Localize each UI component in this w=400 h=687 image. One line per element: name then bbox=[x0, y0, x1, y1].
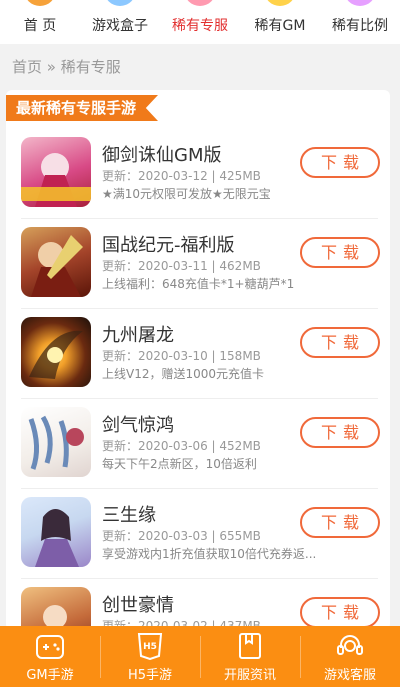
tab-customer-service[interactable]: 游戏客服 bbox=[300, 626, 400, 687]
support-icon bbox=[337, 635, 363, 655]
nav-label: 稀有比例 bbox=[332, 18, 388, 34]
nav-item-game-box[interactable]: 游戏盒子 bbox=[80, 0, 160, 44]
h5-icon: H5 bbox=[137, 633, 163, 660]
tab-server-news[interactable]: 开服资讯 bbox=[200, 626, 300, 687]
bottom-tab-bar: GM手游 H5 H5手游 开服资讯 游戏客服 bbox=[0, 626, 400, 687]
list-item[interactable]: 剑气惊鸿 更新：2020-03-06 | 452MB 每天下午2点新区，10倍返… bbox=[6, 407, 390, 497]
game-name[interactable]: 剑气惊鸿 bbox=[102, 411, 174, 437]
gamepad-icon bbox=[36, 635, 64, 659]
game-desc: 上线福利：648充值卡*1+糖葫芦*1 bbox=[102, 277, 295, 291]
divider bbox=[21, 308, 378, 309]
top-nav: 首 页 游戏盒子 稀有专服 稀有GM 稀有比例 bbox=[0, 0, 400, 44]
divider bbox=[21, 578, 378, 579]
rare-server-nav-icon bbox=[184, 0, 216, 6]
breadcrumb-separator: » bbox=[46, 58, 56, 76]
news-icon bbox=[239, 633, 261, 659]
nav-label: 游戏盒子 bbox=[92, 18, 148, 34]
nav-item-rare-server[interactable]: 稀有专服 bbox=[160, 0, 240, 44]
nav-label: 稀有GM bbox=[254, 18, 306, 34]
svg-text:H5: H5 bbox=[143, 642, 157, 652]
rare-ratio-nav-icon bbox=[344, 0, 376, 6]
game-meta: 更新：2020-03-12 | 425MB bbox=[102, 169, 261, 183]
breadcrumb: 首页 » 稀有专服 bbox=[12, 56, 121, 77]
game-meta: 更新：2020-03-11 | 462MB bbox=[102, 259, 261, 273]
download-button[interactable]: 下载 bbox=[300, 327, 380, 358]
rare-gm-nav-icon bbox=[264, 0, 296, 6]
game-name[interactable]: 三生缘 bbox=[102, 501, 156, 527]
game-yujian-icon[interactable] bbox=[21, 137, 91, 207]
nav-label: 稀有专服 bbox=[172, 18, 228, 34]
home-nav-icon bbox=[24, 0, 56, 6]
download-button[interactable]: 下载 bbox=[300, 597, 380, 628]
game-chuangshi-icon[interactable] bbox=[21, 587, 91, 630]
download-button[interactable]: 下载 bbox=[300, 237, 380, 268]
download-button[interactable]: 下载 bbox=[300, 507, 380, 538]
list-item[interactable]: 御剑诛仙GM版 更新：2020-03-12 | 425MB ★满10元权限可发放… bbox=[6, 137, 390, 227]
game-guozhan-icon[interactable] bbox=[21, 227, 91, 297]
breadcrumb-home-link[interactable]: 首页 bbox=[12, 58, 42, 76]
game-name[interactable]: 御剑诛仙GM版 bbox=[102, 141, 221, 167]
tab-label: 游戏客服 bbox=[323, 668, 376, 683]
game-desc: 享受游戏内1折充值获取10倍代充券返... bbox=[102, 547, 317, 561]
game-box-nav-icon bbox=[104, 0, 136, 6]
list-item[interactable]: 创世豪情 更新：2020-03-02 | 437MB 下载 bbox=[6, 587, 390, 630]
game-meta: 更新：2020-03-06 | 452MB bbox=[102, 439, 261, 453]
nav-item-home[interactable]: 首 页 bbox=[0, 0, 80, 44]
nav-item-rare-ratio[interactable]: 稀有比例 bbox=[320, 0, 400, 44]
list-item[interactable]: 国战纪元-福利版 更新：2020-03-11 | 462MB 上线福利：648充… bbox=[6, 227, 390, 317]
game-meta: 更新：2020-03-10 | 158MB bbox=[102, 349, 261, 363]
nav-label: 首 页 bbox=[23, 18, 57, 34]
game-name[interactable]: 创世豪情 bbox=[102, 591, 174, 617]
breadcrumb-current: 稀有专服 bbox=[60, 58, 121, 76]
game-jianqi-icon[interactable] bbox=[21, 407, 91, 477]
list-item[interactable]: 九州屠龙 更新：2020-03-10 | 158MB 上线V12，赠送1000元… bbox=[6, 317, 390, 407]
divider bbox=[21, 398, 378, 399]
list-item[interactable]: 三生缘 更新：2020-03-03 | 655MB 享受游戏内1折充值获取10倍… bbox=[6, 497, 390, 587]
tab-label: H5手游 bbox=[127, 668, 173, 683]
game-desc: ★满10元权限可发放★无限元宝 bbox=[102, 187, 271, 201]
tab-h5-games[interactable]: H5 H5手游 bbox=[100, 626, 200, 687]
game-jiuzhou-icon[interactable] bbox=[21, 317, 91, 387]
game-desc: 上线V12，赠送1000元充值卡 bbox=[102, 367, 265, 381]
game-name[interactable]: 国战纪元-福利版 bbox=[102, 231, 235, 257]
game-name[interactable]: 九州屠龙 bbox=[102, 321, 174, 347]
divider bbox=[21, 488, 378, 489]
tab-label: 开服资讯 bbox=[223, 668, 276, 683]
tab-gm-games[interactable]: GM手游 bbox=[0, 626, 100, 687]
tab-label: GM手游 bbox=[26, 668, 74, 683]
nav-item-rare-gm[interactable]: 稀有GM bbox=[240, 0, 320, 44]
game-meta: 更新：2020-03-03 | 655MB bbox=[102, 529, 261, 543]
section-title: 最新稀有专服手游 bbox=[6, 95, 158, 121]
game-list-card: 最新稀有专服手游 御剑诛仙GM版 更新：2020-03-12 | 425MB ★… bbox=[6, 90, 390, 630]
download-button[interactable]: 下载 bbox=[300, 147, 380, 178]
download-button[interactable]: 下载 bbox=[300, 417, 380, 448]
game-desc: 每天下午2点新区，10倍返利 bbox=[102, 457, 257, 471]
game-sanshengyuan-icon[interactable] bbox=[21, 497, 91, 567]
divider bbox=[21, 218, 378, 219]
